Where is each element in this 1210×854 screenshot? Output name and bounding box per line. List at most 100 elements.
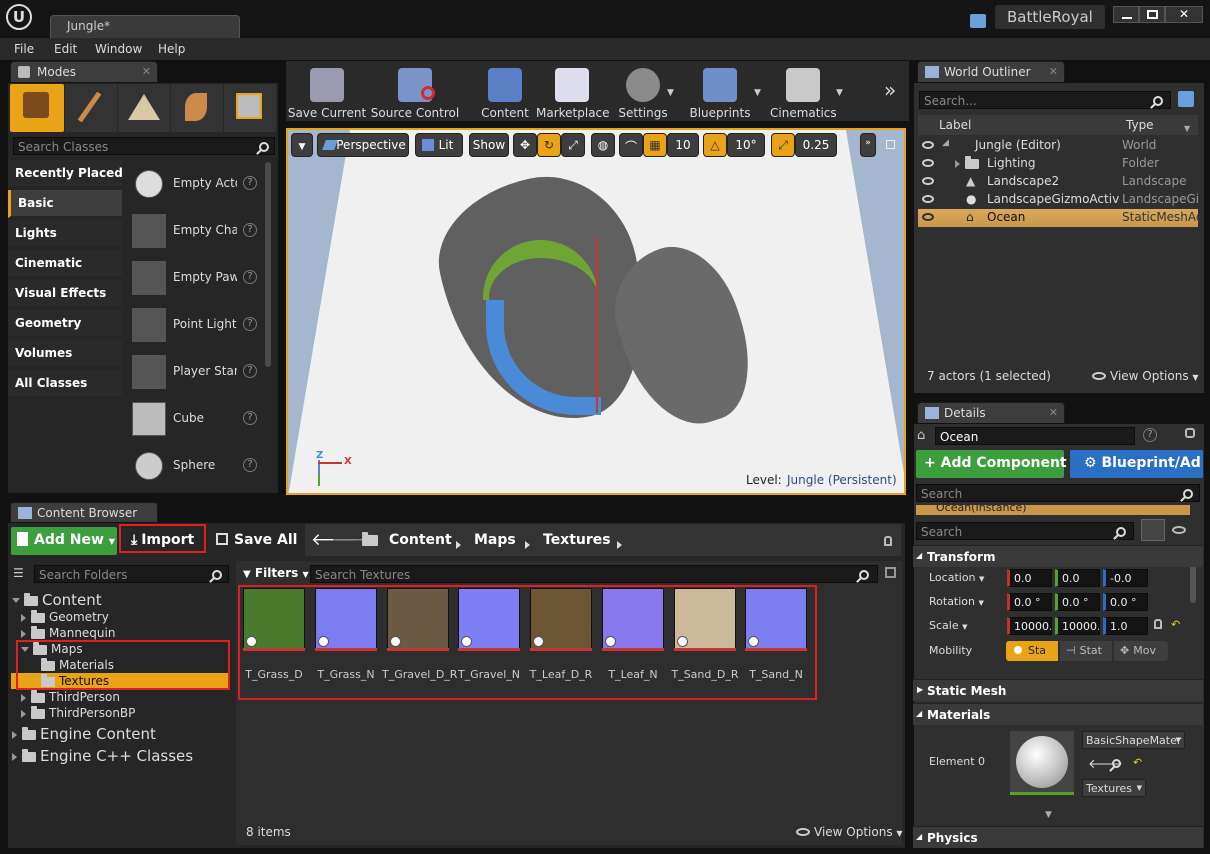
rotation-z-field[interactable]: 0.0 °: [1103, 593, 1148, 611]
col-label-header[interactable]: Label: [939, 118, 971, 132]
category-visual-effects[interactable]: Visual Effects: [8, 280, 122, 308]
geometry-mode-button[interactable]: [224, 84, 276, 132]
tree-thirdpersonbp[interactable]: ThirdPersonBP: [21, 705, 135, 720]
eye-icon[interactable]: [1172, 526, 1186, 534]
save-current-button[interactable]: Save Current: [287, 62, 367, 122]
static-mesh-section[interactable]: ▶ Static Mesh: [913, 679, 1203, 701]
foliage-mode-button[interactable]: [171, 84, 223, 132]
lock-icon[interactable]: [1185, 428, 1195, 438]
menu-edit[interactable]: Edit: [54, 42, 77, 56]
add-new-button[interactable]: Add New ▼: [11, 527, 117, 555]
tree-content[interactable]: Content: [12, 591, 102, 609]
outliner-row-selected[interactable]: ⌂ Ocean StaticMeshAc: [918, 209, 1198, 227]
place-mode-button[interactable]: [10, 84, 64, 132]
place-item-empty-pawn[interactable]: Empty Paw?: [124, 258, 264, 302]
help-icon[interactable]: ?: [243, 176, 257, 190]
breadcrumb-content[interactable]: Content: [389, 532, 452, 548]
scale-tool-button[interactable]: ⤢: [561, 133, 585, 157]
eye-icon[interactable]: [922, 141, 934, 149]
physics-section[interactable]: ◢ Physics: [913, 826, 1203, 848]
rotation-label[interactable]: Rotation ▼: [929, 595, 984, 608]
location-x-field[interactable]: 0.0: [1007, 569, 1052, 587]
category-geometry[interactable]: Geometry: [8, 310, 122, 338]
lock-icon[interactable]: [1154, 619, 1162, 629]
search-folders-input[interactable]: Search Folders: [34, 565, 229, 583]
property-matrix-icon[interactable]: [1141, 519, 1165, 541]
search-classes-input[interactable]: Search Classes: [13, 137, 275, 155]
surface-snap-button[interactable]: ⌒: [619, 133, 643, 157]
menu-help[interactable]: Help: [158, 42, 185, 56]
sources-toggle-icon[interactable]: ☰: [13, 566, 27, 580]
actor-name-input[interactable]: Ocean: [935, 427, 1135, 445]
rotation-snap-value[interactable]: 10°: [727, 133, 765, 157]
eye-icon[interactable]: [922, 213, 934, 221]
close-icon[interactable]: ✕: [1049, 65, 1058, 78]
grid-snap-value[interactable]: 10: [667, 133, 699, 157]
viewport-options-button[interactable]: ▼: [291, 133, 313, 157]
toolbar-overflow-icon[interactable]: »: [884, 78, 896, 102]
scale-y-field[interactable]: 10000.0: [1055, 617, 1100, 635]
category-cinematic[interactable]: Cinematic: [8, 250, 122, 278]
close-icon[interactable]: ✕: [142, 65, 151, 78]
help-icon[interactable]: ?: [243, 411, 257, 425]
chevron-down-icon[interactable]: ▼: [754, 88, 761, 98]
content-button[interactable]: Content: [477, 62, 533, 122]
place-item-cube[interactable]: Cube?: [124, 399, 264, 443]
place-item-point-light[interactable]: Point Light?: [124, 305, 264, 349]
place-item-empty-actor[interactable]: Empty Acto?: [124, 164, 264, 208]
category-recently-placed[interactable]: Recently Placed: [8, 160, 123, 188]
category-volumes[interactable]: Volumes: [8, 340, 122, 368]
chevron-down-icon[interactable]: ▼: [836, 88, 843, 98]
outliner-row[interactable]: ● LandscapeGizmoActiveA LandscapeGiz: [918, 191, 1198, 209]
chevron-down-icon[interactable]: ▼: [1184, 124, 1190, 133]
help-icon[interactable]: ?: [243, 270, 257, 284]
scale-snap-value[interactable]: 0.25: [795, 133, 837, 157]
filters-button[interactable]: ▼ Filters ▼: [243, 566, 309, 580]
world-local-button[interactable]: ◍: [591, 133, 615, 157]
help-icon[interactable]: ?: [243, 364, 257, 378]
material-thumbnail[interactable]: [1010, 731, 1074, 795]
cinematics-button[interactable]: Cinematics: [770, 62, 837, 122]
menu-window[interactable]: Window: [95, 42, 142, 56]
chevron-down-icon[interactable]: ▼: [667, 88, 674, 98]
blueprints-button[interactable]: Blueprints: [688, 62, 752, 122]
marketplace-button[interactable]: Marketplace: [536, 62, 610, 122]
location-z-field[interactable]: -0.0: [1103, 569, 1148, 587]
tree-engine-content[interactable]: Engine Content: [12, 725, 156, 743]
level-tab[interactable]: Jungle*: [50, 15, 240, 38]
mobility-movable-button[interactable]: ✥ Mov: [1114, 641, 1168, 661]
tree-mannequin[interactable]: Mannequin: [21, 625, 115, 640]
tree-engine-cpp[interactable]: Engine C++ Classes: [12, 747, 193, 765]
help-icon[interactable]: ?: [243, 317, 257, 331]
reset-arrow-icon[interactable]: ↶: [1133, 756, 1142, 769]
mobility-static-button[interactable]: Sta: [1006, 641, 1058, 661]
location-label[interactable]: Location ▼: [929, 571, 984, 584]
outliner-row[interactable]: Lighting Folder: [918, 155, 1198, 173]
rotation-y-field[interactable]: 0.0 °: [1055, 593, 1100, 611]
materials-section[interactable]: ◢ Materials: [913, 703, 1203, 725]
minimize-button[interactable]: [1113, 6, 1139, 23]
material-select[interactable]: BasicShapeMater ▼: [1082, 731, 1185, 749]
close-icon[interactable]: ✕: [1049, 406, 1058, 419]
tree-geometry[interactable]: Geometry: [21, 609, 109, 624]
help-icon[interactable]: ?: [243, 223, 257, 237]
rotate-tool-button[interactable]: ↻: [537, 133, 561, 157]
category-lights[interactable]: Lights: [8, 220, 122, 248]
scale-snap-toggle[interactable]: ⤢: [771, 133, 795, 157]
component-search-input[interactable]: Search: [916, 484, 1200, 502]
outliner-row[interactable]: ▲ Landscape2 Landscape: [918, 173, 1198, 191]
outliner-search-input[interactable]: Search...: [919, 91, 1171, 109]
landscape-mode-button[interactable]: [118, 84, 170, 132]
outliner-view-options[interactable]: View Options ▼: [1092, 369, 1199, 383]
add-component-button[interactable]: + Add Component ▼: [916, 450, 1078, 478]
breadcrumb-separator[interactable]: [456, 537, 466, 551]
add-filter-icon[interactable]: [1178, 91, 1194, 107]
show-button[interactable]: Show: [469, 133, 509, 157]
eye-icon[interactable]: [922, 159, 934, 167]
scale-z-field[interactable]: 1.0: [1103, 617, 1148, 635]
eye-icon[interactable]: [922, 195, 934, 203]
help-icon[interactable]: ?: [1143, 428, 1157, 442]
mobility-stationary-button[interactable]: ⊣ Stat: [1060, 641, 1112, 661]
scale-x-field[interactable]: 10000.0: [1007, 617, 1052, 635]
source-control-button[interactable]: Source Control: [369, 62, 461, 122]
